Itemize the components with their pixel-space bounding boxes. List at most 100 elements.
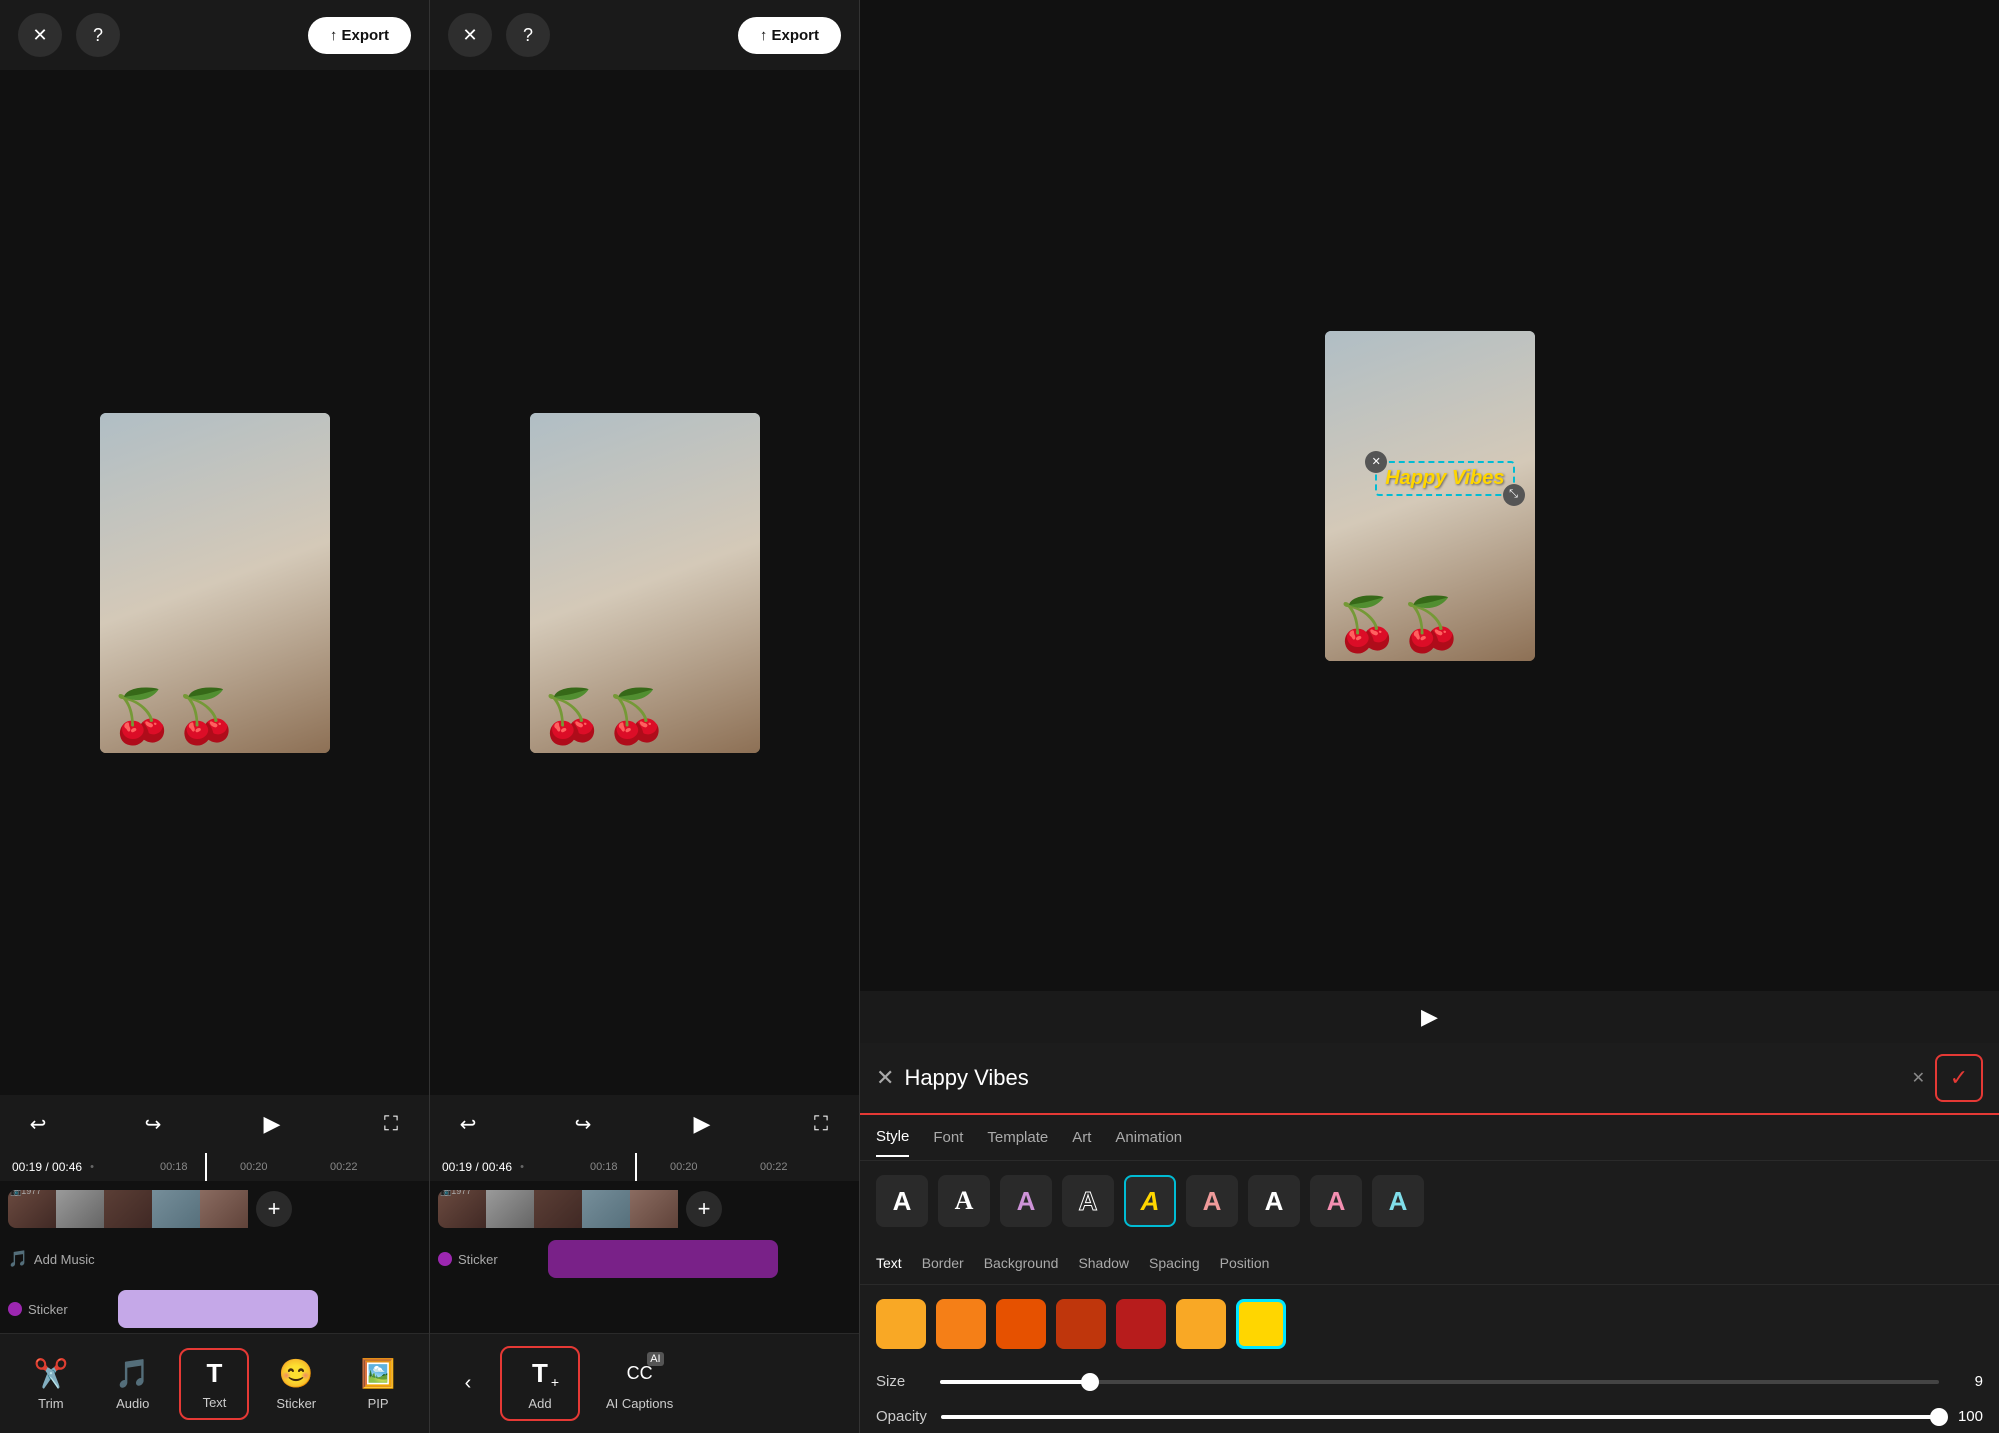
mid-tool-ai-captions[interactable]: CC AI AI Captions [590, 1348, 689, 1419]
right-prop-tab-shadow[interactable]: Shadow [1078, 1247, 1129, 1279]
font-style-gold-outline[interactable]: A [1124, 1175, 1176, 1227]
mid-play-button[interactable]: ▶ [680, 1102, 724, 1146]
right-prop-tab-spacing[interactable]: Spacing [1149, 1247, 1200, 1279]
opacity-value-display: 100 [1953, 1408, 1983, 1425]
right-prop-tab-background[interactable]: Background [984, 1247, 1059, 1279]
left-close-button[interactable]: ✕ [18, 13, 62, 57]
right-close-button[interactable]: ✕ [876, 1065, 894, 1091]
add-plus-icon: + [551, 1374, 559, 1390]
right-clear-button[interactable]: ✕ [1912, 1068, 1925, 1088]
left-video-track-row: 📷1977 + [8, 1187, 421, 1231]
mid-sticker-label: Sticker [438, 1252, 548, 1267]
mid-add-track-button[interactable]: + [686, 1191, 722, 1227]
mid-redo-button[interactable]: ↪ [565, 1106, 601, 1142]
font-style-cyan[interactable]: A [1372, 1175, 1424, 1227]
mid-close-button[interactable]: ✕ [448, 13, 492, 57]
left-export-button[interactable]: ↑ Export [308, 17, 411, 54]
right-tab-font[interactable]: Font [933, 1119, 963, 1156]
left-tool-audio[interactable]: 🎵 Audio [98, 1349, 168, 1419]
mid-timeline-tracks: 📷1977 + Sticker [430, 1181, 859, 1287]
right-tab-art[interactable]: Art [1072, 1119, 1091, 1156]
right-prop-tab-text[interactable]: Text [876, 1247, 902, 1279]
left-fullscreen-button[interactable]: ⛶ [373, 1106, 409, 1142]
mid-vf-3 [534, 1190, 582, 1228]
left-sticker-dot [8, 1302, 22, 1316]
mid-top-bar: ✕ ? ↑ Export [430, 0, 859, 70]
color-swatch-2[interactable] [996, 1299, 1046, 1349]
left-sticker-track-row: Sticker [8, 1287, 421, 1331]
mid-sticker-track-row: Sticker [438, 1237, 851, 1281]
font-style-outline[interactable]: A [1062, 1175, 1114, 1227]
mid-fullscreen-button[interactable]: ⛶ [803, 1106, 839, 1142]
right-video-frame: 🍒🍒 ✕ Happy Vibes ⤡ [1325, 331, 1535, 661]
mid-undo-button[interactable]: ↩ [450, 1106, 486, 1142]
right-tab-style[interactable]: Style [876, 1118, 909, 1157]
font-style-pink[interactable]: A [1310, 1175, 1362, 1227]
right-confirm-button[interactable]: ✓ [1935, 1054, 1983, 1102]
right-tab-animation[interactable]: Animation [1115, 1119, 1182, 1156]
color-swatch-4[interactable] [1116, 1299, 1166, 1349]
mid-help-button[interactable]: ? [506, 13, 550, 57]
overlay-resize-icon[interactable]: ⤡ [1503, 484, 1525, 506]
color-swatch-6[interactable] [1236, 1299, 1286, 1349]
left-playhead [205, 1153, 207, 1181]
font-style-gold-a: A [1141, 1186, 1160, 1217]
left-bottom-toolbar: ✂️ Trim 🎵 Audio T Text 😊 Sticker 🖼️ PIP [0, 1333, 429, 1433]
font-style-purple-a: A [1017, 1186, 1036, 1217]
left-panel: ✕ ? ↑ Export 🍒🍒 ↩ ↪ ▶ ⛶ 00:19 / 00:46 • … [0, 0, 430, 1433]
size-slider-track[interactable] [940, 1380, 1939, 1384]
mid-playback-bar: ↩ ↪ ▶ ⛶ [430, 1095, 859, 1153]
trim-icon: ✂️ [33, 1357, 68, 1390]
overlay-close-icon[interactable]: ✕ [1365, 451, 1387, 473]
mid-top-left: ✕ ? [448, 13, 550, 57]
left-top-bar: ✕ ? ↑ Export [0, 0, 429, 70]
left-redo-button[interactable]: ↪ [135, 1106, 171, 1142]
opacity-slider-thumb[interactable] [1930, 1408, 1948, 1426]
color-swatch-5[interactable] [1176, 1299, 1226, 1349]
left-video-preview: 🍒🍒 [0, 70, 429, 1095]
left-play-button[interactable]: ▶ [250, 1102, 294, 1146]
right-tab-template[interactable]: Template [987, 1119, 1048, 1156]
right-prop-tab-position[interactable]: Position [1220, 1247, 1270, 1279]
right-color-palette [860, 1285, 1999, 1363]
right-text-overlay[interactable]: ✕ Happy Vibes ⤡ [1375, 461, 1514, 496]
mid-ruler-00-20: 00:20 [670, 1161, 698, 1173]
color-swatch-0[interactable] [876, 1299, 926, 1349]
font-style-plain[interactable]: A [876, 1175, 928, 1227]
left-help-button[interactable]: ? [76, 13, 120, 57]
opacity-slider-track[interactable] [941, 1415, 1939, 1419]
left-top-left: ✕ ? [18, 13, 120, 57]
left-vf-1: 📷1977 [8, 1190, 56, 1228]
audio-icon: 🎵 [115, 1357, 150, 1390]
overlay-text-label: Happy Vibes [1385, 467, 1504, 489]
color-swatch-1[interactable] [936, 1299, 986, 1349]
right-text-input[interactable] [904, 1065, 1901, 1091]
left-tool-trim[interactable]: ✂️ Trim [16, 1349, 86, 1419]
font-style-purple[interactable]: A [1000, 1175, 1052, 1227]
mid-video-track-row: 📷1977 + [438, 1187, 851, 1231]
left-tool-text[interactable]: T Text [179, 1348, 249, 1420]
ai-badge: AI [647, 1352, 663, 1366]
mid-more-button[interactable]: ‹ [446, 1362, 490, 1406]
mid-tool-add[interactable]: T + Add [500, 1346, 580, 1421]
left-add-track-button[interactable]: + [256, 1191, 292, 1227]
opacity-label: Opacity [876, 1408, 927, 1425]
font-style-gradient[interactable]: A [1186, 1175, 1238, 1227]
left-tool-sticker[interactable]: 😊 Sticker [261, 1349, 331, 1419]
size-label: Size [876, 1373, 926, 1390]
left-undo-button[interactable]: ↩ [20, 1106, 56, 1142]
mid-export-button[interactable]: ↑ Export [738, 17, 841, 54]
color-swatch-3[interactable] [1056, 1299, 1106, 1349]
mid-video-preview: 🍒🍒 [430, 70, 859, 1095]
left-timeline: 00:19 / 00:46 • 00:18 00:20 00:22 📷1977 … [0, 1153, 429, 1333]
font-style-bold-dark[interactable]: A [1248, 1175, 1300, 1227]
size-slider-thumb[interactable] [1081, 1373, 1099, 1391]
mid-vf-2 [486, 1190, 534, 1228]
left-vf-5 [200, 1190, 248, 1228]
mid-time-display: 00:19 / 00:46 [442, 1160, 512, 1174]
left-tool-pip[interactable]: 🖼️ PIP [343, 1349, 413, 1419]
font-style-serif[interactable]: A [938, 1175, 990, 1227]
right-prop-tab-border[interactable]: Border [922, 1247, 964, 1279]
font-style-plain-a: A [893, 1186, 912, 1217]
right-play-button[interactable]: ▶ [1408, 995, 1452, 1039]
